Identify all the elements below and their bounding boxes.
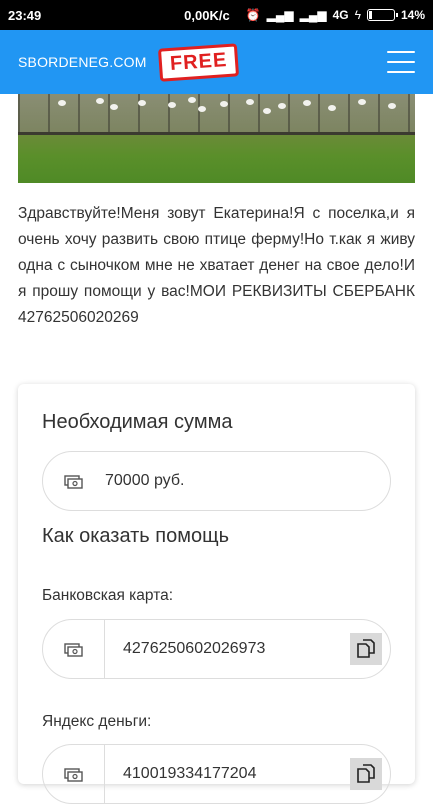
yandex-value[interactable]: 410019334177204 — [105, 765, 256, 783]
yandex-field[interactable]: 410019334177204 — [42, 744, 391, 804]
bank-card-value[interactable]: 4276250602026973 — [105, 640, 265, 658]
network-speed: 0,00K/c — [184, 7, 230, 23]
copy-icon[interactable] — [350, 758, 382, 790]
signal-icon-2: ▂▄▆ — [299, 8, 327, 22]
farm-photo — [18, 94, 415, 183]
bank-card-label: Банковская карта: — [42, 587, 174, 604]
status-bar: 23:49 0,00K/c ⏰ ▂▄▆ ▂▄▆ 4G ϟ 14% — [0, 0, 433, 30]
brand-logo[interactable]: SBORDENEG.COM — [18, 54, 147, 70]
bank-card-field[interactable]: 4276250602026973 — [42, 619, 391, 679]
free-badge: FREE — [157, 42, 240, 82]
battery-percent: 14% — [400, 8, 425, 22]
how-to-help-heading: Как оказать помощь — [42, 525, 229, 547]
donation-card: Необходимая сумма 70000 руб. Как оказать… — [18, 384, 415, 804]
required-amount-heading: Необходимая сумма — [42, 411, 233, 433]
top-header: SBORDENEG.COM FREE — [0, 30, 433, 94]
status-time: 23:49 — [8, 7, 42, 23]
signal-icon: ▂▄▆ — [266, 8, 294, 22]
story-text: Здравствуйте!Меня зовут Екатерина!Я с по… — [18, 205, 415, 326]
money-icon — [43, 473, 105, 489]
battery-icon — [366, 9, 398, 21]
charging-icon: ϟ — [354, 8, 361, 22]
copy-icon[interactable] — [350, 633, 382, 665]
hamburger-menu-icon[interactable] — [387, 51, 415, 73]
money-icon — [43, 745, 105, 803]
network-type: 4G — [332, 8, 349, 22]
alarm-icon: ⏰ — [245, 8, 261, 22]
amount-value: 70000 руб. — [105, 472, 185, 489]
money-icon — [43, 620, 105, 678]
yandex-label: Яндекс деньги: — [42, 713, 152, 730]
amount-field: 70000 руб. — [42, 451, 391, 511]
